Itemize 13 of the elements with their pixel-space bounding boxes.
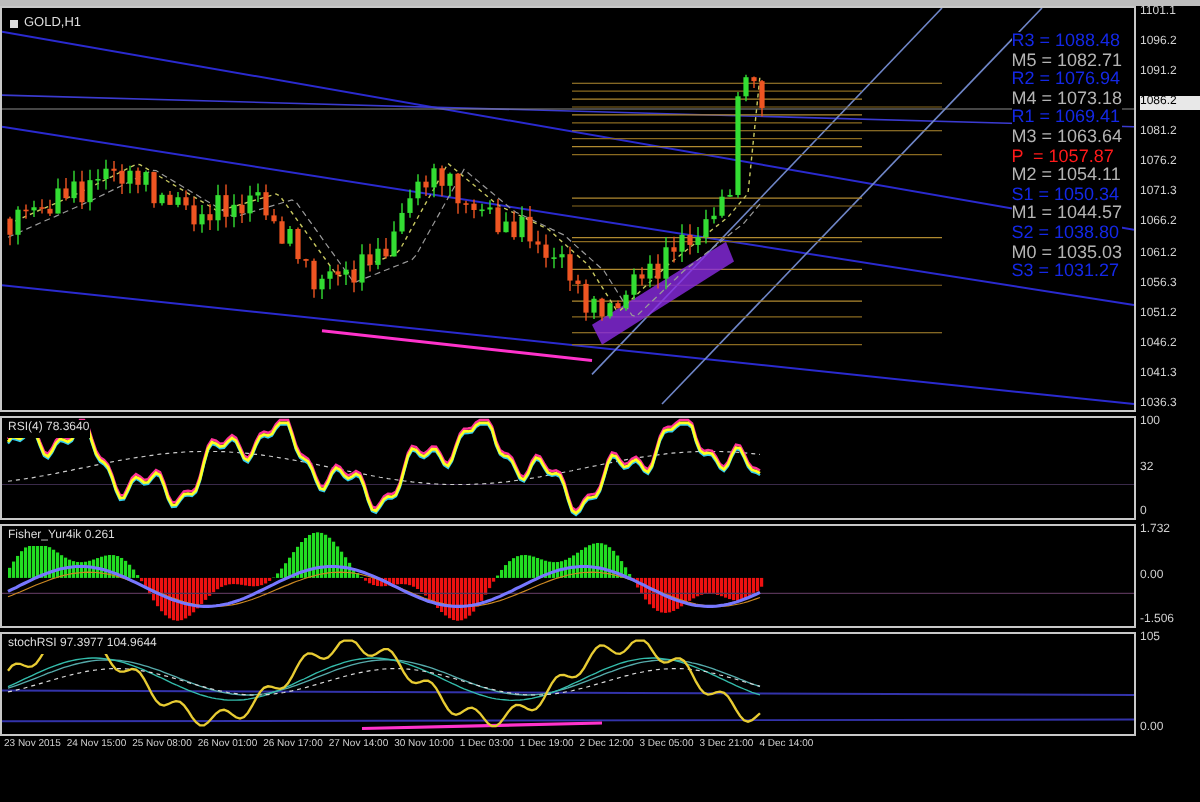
pivot-level-label: M4 = 1073.18 — [1011, 89, 1122, 109]
pivot-level-label: M3 = 1063.64 — [1011, 127, 1122, 148]
pivot-level-label: M1 = 1044.57 — [1011, 204, 1122, 224]
chart-icon — [10, 19, 18, 28]
pivot-level-label: R1 = 1069.41 — [1011, 108, 1122, 128]
pivot-level-label: R2 = 1076.94 — [1011, 70, 1122, 90]
pivot-level-label: S3 = 1031.27 — [1011, 262, 1122, 282]
pivot-level-label: M5 = 1082.71 — [1011, 51, 1122, 71]
pivot-level-label: R3 = 1088.48 — [1011, 32, 1122, 52]
pivot-level-label: M0 = 1035.03 — [1011, 243, 1122, 263]
pivot-level-label: S2 = 1038.80 — [1011, 223, 1122, 244]
pivot-level-label: S1 = 1050.34 — [1011, 185, 1122, 205]
pivot-level-label: M2 = 1054.11 — [1011, 166, 1122, 186]
